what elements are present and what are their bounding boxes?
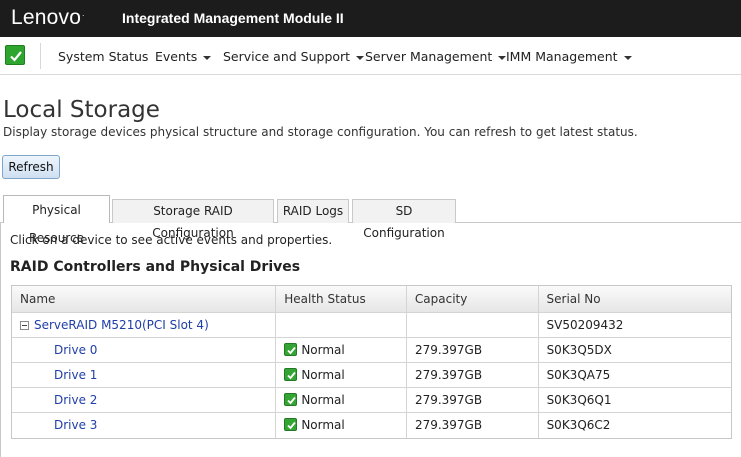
controller-serial-cell: SV50209432 [546,318,624,332]
column-header-capacity[interactable]: Capacity [407,286,539,312]
main-nav: System Status Events Service and Support… [0,37,741,75]
nav-system-status[interactable]: System Status [58,49,148,64]
drive-capacity-cell: 279.397GB [407,388,539,412]
storage-table: Name Health Status Capacity Serial No Se… [11,285,732,439]
column-header-serial[interactable]: Serial No [539,286,731,312]
table-row[interactable]: Drive 0 Normal 279.397GB S0K3Q5DX [12,338,731,363]
check-icon [284,368,298,381]
table-row[interactable]: Drive 1 Normal 279.397GB S0K3QA75 [12,363,731,388]
page-description: Display storage devices physical structu… [3,125,638,139]
top-header: Lenovo. Integrated Management Module II [0,0,741,37]
controller-capacity-cell [407,313,539,337]
column-header-health[interactable]: Health Status [276,286,407,312]
table-row[interactable]: Drive 2 Normal 279.397GB S0K3Q6Q1 [12,388,731,413]
drive-name-cell: Drive 0 [12,338,277,362]
tab-raid-logs[interactable]: RAID Logs [277,199,349,223]
drive-link[interactable]: Drive 1 [54,368,97,382]
drive-link[interactable]: Drive 2 [54,393,97,407]
brand-logo: Lenovo. [11,6,85,29]
drive-capacity-cell: 279.397GB [407,363,539,387]
nav-server-management[interactable]: Server Management [365,49,507,64]
drive-capacity-cell: 279.397GB [407,413,539,438]
chevron-down-icon [356,55,365,60]
drive-name-cell: Drive 3 [12,413,277,438]
drive-name-cell: Drive 1 [12,363,277,387]
nav-events[interactable]: Events [155,49,212,64]
chevron-down-icon [203,55,212,60]
check-icon [284,418,298,431]
refresh-button[interactable]: Refresh [2,155,60,179]
drive-serial-cell: S0K3Q6C2 [546,418,611,432]
nav-divider [40,43,41,69]
page-title: Local Storage [3,97,160,123]
controller-name-cell: ServeRAID M5210(PCI Slot 4) [12,313,277,337]
controller-health-cell [276,313,407,337]
chevron-down-icon [623,55,632,60]
nav-imm-management[interactable]: IMM Management [506,49,632,64]
drive-link[interactable]: Drive 0 [54,343,97,357]
check-icon [284,343,298,356]
product-title: Integrated Management Module II [122,10,344,26]
drive-health-cell: Normal [276,388,407,412]
table-row[interactable]: Drive 3 Normal 279.397GB S0K3Q6C2 [12,413,731,438]
controller-link[interactable]: ServeRAID M5210(PCI Slot 4) [34,318,209,332]
drive-health-cell: Normal [276,338,407,362]
check-icon [284,393,298,406]
hint-text: Click on a device to see active events a… [10,233,333,247]
tab-storage-raid-configuration[interactable]: Storage RAID Configuration [112,199,274,240]
nav-service-support[interactable]: Service and Support [223,49,365,64]
drive-serial-cell: S0K3Q5DX [546,343,612,357]
collapse-icon[interactable] [20,321,29,330]
drive-health-cell: Normal [276,363,407,387]
drive-serial-cell: S0K3Q6Q1 [546,393,612,407]
table-header: Name Health Status Capacity Serial No [12,286,731,313]
drive-health-cell: Normal [276,413,407,438]
table-row-controller[interactable]: ServeRAID M5210(PCI Slot 4) SV50209432 [12,313,731,338]
drive-capacity-cell: 279.397GB [407,338,539,362]
tab-sd-configuration[interactable]: SD Configuration [352,199,456,240]
system-status-indicator[interactable] [5,45,25,65]
tab-physical-resource[interactable]: Physical Resource [3,195,110,245]
section-title: RAID Controllers and Physical Drives [10,259,301,275]
drive-serial-cell: S0K3QA75 [546,368,611,382]
check-icon [10,51,22,62]
drive-name-cell: Drive 2 [12,388,277,412]
drive-link[interactable]: Drive 3 [54,418,97,432]
column-header-name[interactable]: Name [12,286,277,312]
